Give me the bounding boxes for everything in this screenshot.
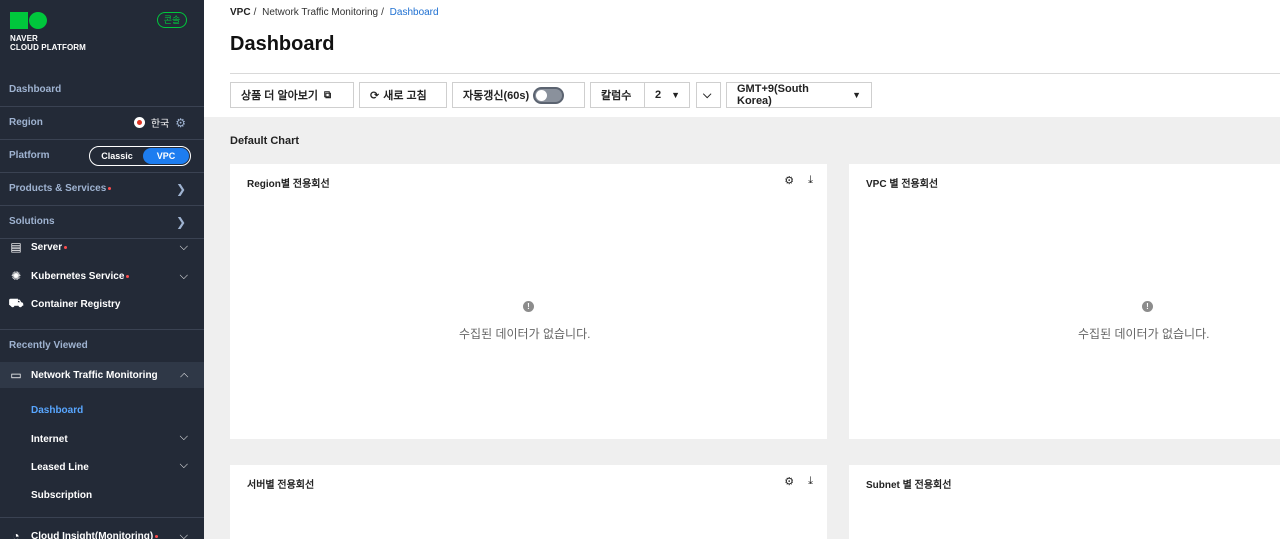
title-divider bbox=[230, 73, 1280, 74]
card-title: Region별 전용회선 bbox=[247, 179, 330, 190]
columns-label-box: 칼럼수 bbox=[590, 82, 645, 108]
refresh-label: 새로 고침 bbox=[383, 90, 427, 102]
logo-line2: CLOUD PLATFORM bbox=[10, 43, 86, 52]
new-dot-icon bbox=[126, 274, 130, 278]
breadcrumb-ntm[interactable]: Network Traffic Monitoring bbox=[262, 7, 378, 18]
sidebar: NAVER CLOUD PLATFORM 콘솔 Dashboard Region… bbox=[0, 0, 204, 539]
sidebar-subitem-leased-line[interactable]: Leased Line bbox=[31, 462, 89, 473]
region-value: 한국 bbox=[150, 119, 170, 130]
sidebar-item-cloud-insight[interactable]: ◔ Cloud Insight(Monitoring) ⌵ bbox=[0, 523, 204, 539]
region-label: Region bbox=[9, 117, 43, 128]
sidebar-subitem-subscription[interactable]: Subscription bbox=[31, 490, 92, 501]
timezone-select[interactable]: GMT+9(South Korea) ▼ bbox=[726, 82, 872, 108]
server-label: Server bbox=[31, 241, 63, 253]
new-dot-icon bbox=[64, 245, 68, 249]
sidebar-item-products-services[interactable]: Products & Services ❯ bbox=[0, 172, 204, 205]
chart-area: Default Chart Region별 전용회선 ⚙ ⤓ ! 수집된 데이터… bbox=[204, 117, 1280, 539]
columns-value: 2 bbox=[655, 89, 662, 101]
breadcrumb: VPC / Network Traffic Monitoring / Dashboa… bbox=[230, 7, 439, 18]
korea-flag-icon bbox=[133, 117, 145, 128]
chevron-right-icon: ❯ bbox=[175, 181, 186, 196]
kubernetes-label: Kubernetes Service bbox=[31, 270, 125, 282]
timezone-value: GMT+9(South Korea) bbox=[737, 83, 809, 107]
refresh-button[interactable]: ⟳ 새로 고침 bbox=[359, 82, 447, 108]
chevron-down-icon[interactable]: ⌵ bbox=[180, 459, 188, 472]
container-registry-label: Container Registry bbox=[31, 298, 121, 310]
main-content: VPC / Network Traffic Monitoring / Dashboa… bbox=[204, 0, 1280, 539]
gear-icon[interactable]: ⚙ bbox=[175, 116, 186, 130]
gear-icon[interactable]: ⚙ bbox=[784, 174, 794, 187]
platform-label: Platform bbox=[9, 150, 50, 161]
sidebar-item-kubernetes[interactable]: ✺ Kubernetes Service ⌵ bbox=[0, 263, 204, 289]
new-dot-icon bbox=[108, 187, 112, 190]
region-row: Region 한국 ⚙ bbox=[0, 106, 204, 139]
cloud-insight-label: Cloud Insight(Monitoring) bbox=[31, 530, 154, 539]
sidebar-dashboard-label: Dashboard bbox=[9, 84, 62, 95]
console-badge[interactable]: 콘솔 bbox=[157, 12, 187, 28]
logo-mark bbox=[10, 12, 86, 29]
auto-refresh-label: 자동갱신(60s) bbox=[463, 90, 530, 102]
sidebar-subitem-internet[interactable]: Internet bbox=[31, 434, 68, 445]
solutions-label: Solutions bbox=[9, 216, 55, 227]
chart-card-server: 서버별 전용회선 ⚙ ⤓ bbox=[230, 465, 827, 539]
sidebar-item-server[interactable]: ▤ Server ⌵ bbox=[0, 234, 204, 260]
container-registry-icon: ⛟ bbox=[8, 296, 24, 310]
page-title: Dashboard bbox=[230, 33, 335, 55]
info-icon: ! bbox=[523, 301, 534, 312]
monitor-icon: ▭ bbox=[10, 368, 22, 382]
sidebar-subitem-dashboard[interactable]: Dashboard bbox=[31, 405, 83, 416]
chevron-down-icon[interactable]: ⌵ bbox=[180, 270, 188, 283]
kubernetes-icon: ✺ bbox=[10, 269, 22, 283]
caret-down-icon: ▼ bbox=[671, 90, 681, 100]
recently-viewed-label: Recently Viewed bbox=[9, 340, 88, 351]
chart-card-vpc: VPC 별 전용회선 ! 수집된 데이터가 없습니다. bbox=[849, 164, 1280, 439]
recently-viewed-heading: Recently Viewed bbox=[0, 329, 204, 362]
empty-message: 수집된 데이터가 없습니다. bbox=[459, 327, 591, 341]
learn-more-button[interactable]: 상품 더 알아보기 ⧉ bbox=[230, 82, 354, 108]
chevron-down-icon[interactable]: ⌵ bbox=[180, 241, 188, 254]
refresh-icon: ⟳ bbox=[370, 89, 380, 102]
card-title: 서버별 전용회선 bbox=[247, 480, 315, 491]
chart-card-region: Region별 전용회선 ⚙ ⤓ ! 수집된 데이터가 없습니다. bbox=[230, 164, 827, 439]
info-icon: ! bbox=[1142, 301, 1153, 312]
logo-line1: NAVER bbox=[10, 34, 38, 43]
learn-more-label: 상품 더 알아보기 bbox=[241, 90, 318, 102]
card-title: Subnet 별 전용회선 bbox=[866, 480, 952, 491]
region-selector[interactable]: 한국 ⚙ bbox=[133, 115, 186, 130]
platform-vpc-option[interactable]: VPC bbox=[143, 148, 189, 164]
chevron-down-icon[interactable]: ⌵ bbox=[180, 530, 188, 539]
download-icon[interactable]: ⤓ bbox=[808, 174, 813, 187]
sidebar-item-dashboard[interactable]: Dashboard bbox=[0, 73, 204, 106]
platform-toggle[interactable]: Classic VPC bbox=[89, 146, 191, 166]
columns-select[interactable]: 2 ▼ bbox=[644, 82, 690, 108]
breadcrumb-vpc[interactable]: VPC bbox=[230, 7, 251, 18]
server-icon: ▤ bbox=[10, 240, 22, 254]
products-services-label: Products & Services bbox=[9, 183, 107, 194]
chevron-right-icon: ❯ bbox=[175, 214, 186, 229]
chevron-down-icon: ⌵ bbox=[703, 88, 712, 101]
section-title: Default Chart bbox=[230, 135, 300, 147]
collapse-toggle-button[interactable]: ⌵ bbox=[696, 82, 721, 108]
platform-classic-option[interactable]: Classic bbox=[91, 151, 143, 161]
empty-message: 수집된 데이터가 없습니다. bbox=[1078, 327, 1210, 341]
caret-down-icon: ▼ bbox=[852, 90, 861, 100]
external-link-icon: ⧉ bbox=[323, 89, 332, 101]
gear-icon[interactable]: ⚙ bbox=[784, 475, 794, 488]
chevron-down-icon[interactable]: ⌵ bbox=[180, 431, 188, 444]
ntm-label: Network Traffic Monitoring bbox=[31, 369, 158, 381]
naver-cloud-logo[interactable]: NAVER CLOUD PLATFORM bbox=[10, 12, 86, 52]
breadcrumb-dashboard[interactable]: Dashboard bbox=[390, 7, 439, 18]
chart-card-subnet: Subnet 별 전용회선 bbox=[849, 465, 1280, 539]
new-dot-icon bbox=[155, 534, 159, 538]
auto-refresh-toggle[interactable] bbox=[533, 86, 565, 104]
chevron-up-icon[interactable]: ⌵ bbox=[180, 369, 188, 382]
auto-refresh-control: 자동갱신(60s) bbox=[452, 82, 585, 108]
columns-label: 칼럼수 bbox=[601, 90, 632, 102]
card-title: VPC 별 전용회선 bbox=[866, 179, 939, 190]
download-icon[interactable]: ⤓ bbox=[808, 475, 813, 488]
sidebar-item-container-registry[interactable]: ⛟ Container Registry bbox=[0, 291, 204, 317]
cloud-insight-icon: ◔ bbox=[12, 529, 20, 539]
platform-row: Platform Classic VPC bbox=[0, 139, 204, 172]
sidebar-item-network-traffic-monitoring[interactable]: ▭ Network Traffic Monitoring ⌵ bbox=[0, 362, 204, 388]
